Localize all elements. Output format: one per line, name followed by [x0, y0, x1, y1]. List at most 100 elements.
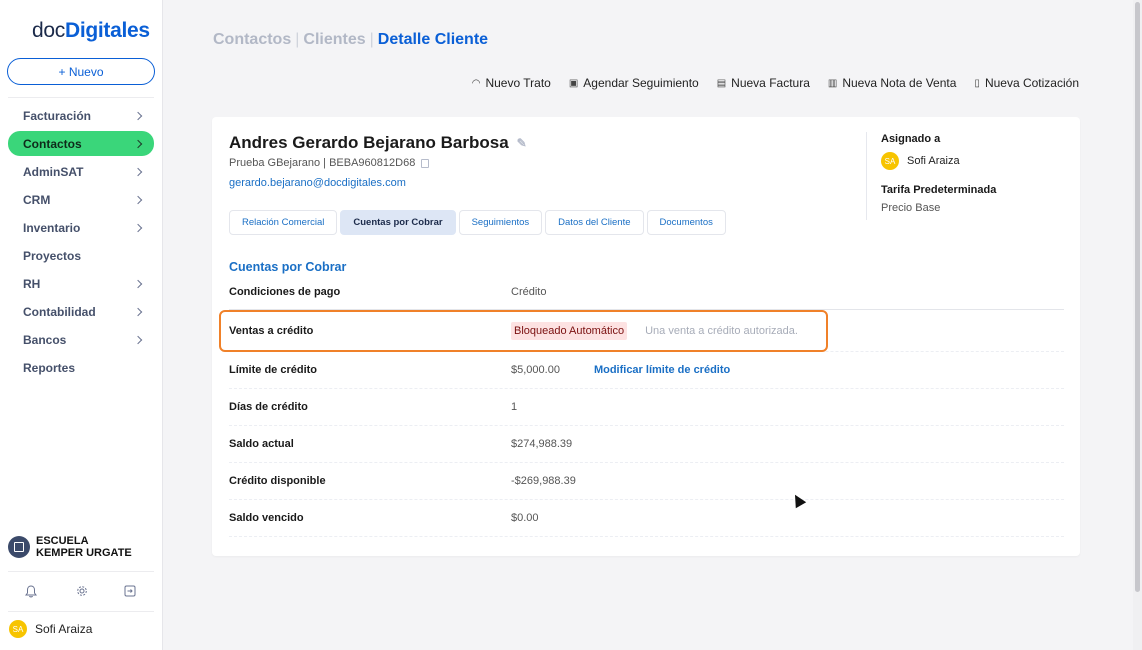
assigned-user[interactable]: SA Sofi Araiza	[881, 152, 996, 170]
sidebar-item-contactos[interactable]: Contactos	[8, 131, 154, 156]
divider	[866, 132, 867, 220]
tab-documentos[interactable]: Documentos	[646, 210, 726, 235]
action-label: Nueva Nota de Venta	[842, 76, 957, 90]
schedule-followup-button[interactable]: ▣ Agendar Seguimiento	[569, 76, 699, 90]
sidebar-item-rh[interactable]: RH	[8, 271, 154, 296]
building-icon	[8, 536, 30, 558]
tab-cuentas-por-cobrar[interactable]: Cuentas por Cobrar	[340, 210, 456, 235]
row-available-credit: Crédito disponible -$269,988.39	[229, 463, 1064, 500]
client-subtitle-row: Prueba GBejarano | BEBA960812D68	[229, 157, 430, 169]
row-label: Saldo vencido	[229, 512, 304, 524]
row-current-balance: Saldo actual $274,988.39	[229, 426, 1064, 463]
breadcrumb-current: Detalle Cliente	[377, 31, 489, 48]
sidebar-menu: Facturación Contactos AdminSAT CRM Inventari…	[8, 103, 154, 383]
sidebar-item-label: Proyectos	[23, 248, 82, 263]
row-label: Crédito disponible	[229, 475, 326, 487]
divider	[8, 611, 154, 612]
row-label: Saldo actual	[229, 438, 294, 450]
client-tabs: Relación Comercial Cuentas por Cobrar Se…	[229, 210, 726, 235]
sidebar: docDigitales + Nuevo Facturación Contacto…	[0, 0, 163, 650]
action-label: Nuevo Trato	[485, 76, 551, 90]
client-email[interactable]: gerardo.bejarano@docdigitales.com	[229, 177, 406, 189]
tariff-value: Precio Base	[881, 202, 941, 214]
app-logo[interactable]: docDigitales	[32, 19, 150, 43]
user-name: Sofi Araiza	[35, 622, 93, 636]
sidebar-item-bancos[interactable]: Bancos	[8, 327, 154, 352]
logo-part-1: doc	[32, 19, 65, 42]
sidebar-item-label: RH	[23, 276, 41, 291]
action-label: Nueva Factura	[731, 76, 810, 90]
new-invoice-button[interactable]: ▤ Nueva Factura	[717, 76, 810, 90]
chevron-right-icon	[133, 307, 143, 316]
chevron-right-icon	[133, 335, 143, 344]
action-label: Agendar Seguimiento	[583, 76, 699, 90]
section-title: Cuentas por Cobrar	[229, 260, 347, 274]
row-value: $5,000.00 Modificar límite de crédito	[511, 364, 730, 376]
action-bar: ◠ Nuevo Trato ▣ Agendar Seguimiento ▤ Nueva…	[472, 76, 1079, 90]
current-user[interactable]: SA Sofi Araiza	[9, 620, 92, 638]
sidebar-item-label: Contabilidad	[23, 304, 96, 319]
credit-limit-value: $5,000.00	[511, 364, 560, 376]
row-value: -$269,988.39	[511, 475, 576, 487]
copy-icon[interactable]	[421, 158, 430, 168]
sidebar-item-label: Contactos	[23, 136, 82, 151]
gear-icon[interactable]	[74, 583, 90, 599]
chevron-right-icon	[133, 167, 143, 176]
tab-relacion-comercial[interactable]: Relación Comercial	[229, 210, 338, 235]
new-sales-note-button[interactable]: ▥ Nueva Nota de Venta	[828, 76, 957, 90]
row-credit-sales: Ventas a crédito Bloqueado Automático Un…	[219, 310, 1064, 352]
page-scrollbar[interactable]	[1133, 0, 1142, 650]
company-switcher[interactable]: ESCUELA KEMPER URGATE	[8, 535, 136, 559]
tab-seguimientos[interactable]: Seguimientos	[458, 210, 543, 235]
row-overdue-balance: Saldo vencido $0.00	[229, 500, 1064, 537]
tariff-label: Tarifa Predeterminada	[881, 184, 997, 196]
sidebar-item-facturacion[interactable]: Facturación	[8, 103, 154, 128]
invoice-icon: ▤	[716, 77, 727, 89]
sidebar-item-adminsat[interactable]: AdminSAT	[8, 159, 154, 184]
logo-part-2: Digitales	[64, 19, 150, 42]
row-value: $274,988.39	[511, 438, 573, 450]
breadcrumb-separator: |	[369, 31, 374, 48]
sidebar-item-crm[interactable]: CRM	[8, 187, 154, 212]
sidebar-item-inventario[interactable]: Inventario	[8, 215, 154, 240]
row-value: Crédito	[511, 285, 547, 298]
client-name-row: Andres Gerardo Bejarano Barbosa ✎	[229, 133, 527, 153]
breadcrumb-contactos[interactable]: Contactos	[213, 31, 291, 48]
chevron-right-icon	[133, 139, 143, 148]
avatar: SA	[9, 620, 27, 638]
new-button[interactable]: + Nuevo	[7, 58, 155, 85]
pencil-icon[interactable]: ✎	[517, 136, 527, 150]
sidebar-item-proyectos[interactable]: Proyectos	[8, 243, 154, 268]
sidebar-item-contabilidad[interactable]: Contabilidad	[8, 299, 154, 324]
action-label: Nueva Cotización	[984, 76, 1079, 90]
breadcrumb: Contactos | Clientes | Detalle Cliente	[213, 31, 488, 49]
logout-icon[interactable]	[122, 583, 138, 599]
bell-icon[interactable]	[23, 583, 39, 599]
breadcrumb-clientes[interactable]: Clientes	[303, 31, 365, 48]
chevron-right-icon	[133, 195, 143, 204]
chevron-right-icon	[133, 279, 143, 288]
sidebar-item-reportes[interactable]: Reportes	[8, 355, 154, 380]
highlight-box	[219, 310, 828, 352]
divider	[8, 571, 154, 572]
tab-datos-del-cliente[interactable]: Datos del Cliente	[545, 210, 644, 235]
modify-credit-limit-link[interactable]: Modificar límite de crédito	[594, 364, 730, 376]
breadcrumb-separator: |	[295, 31, 300, 48]
document-icon: ▯	[974, 77, 980, 89]
new-deal-button[interactable]: ◠ Nuevo Trato	[472, 76, 551, 90]
row-label: Días de crédito	[229, 401, 308, 413]
sidebar-item-label: Facturación	[23, 108, 92, 123]
scrollbar-thumb[interactable]	[1135, 2, 1140, 592]
accounts-receivable-list: Condiciones de pago Crédito Ventas a cré…	[219, 274, 1064, 537]
sidebar-item-label: Bancos	[23, 332, 67, 347]
sidebar-tools	[0, 583, 163, 601]
chevron-right-icon	[133, 111, 143, 120]
client-subtitle: Prueba GBejarano | BEBA960812D68	[229, 157, 416, 169]
row-label: Condiciones de pago	[229, 285, 341, 298]
new-quote-button[interactable]: ▯ Nueva Cotización	[974, 76, 1079, 90]
deal-icon: ◠	[471, 77, 481, 89]
assigned-label: Asignado a	[881, 133, 941, 145]
divider	[8, 97, 154, 98]
assigned-name: Sofi Araiza	[907, 155, 960, 167]
chevron-right-icon	[133, 223, 143, 232]
